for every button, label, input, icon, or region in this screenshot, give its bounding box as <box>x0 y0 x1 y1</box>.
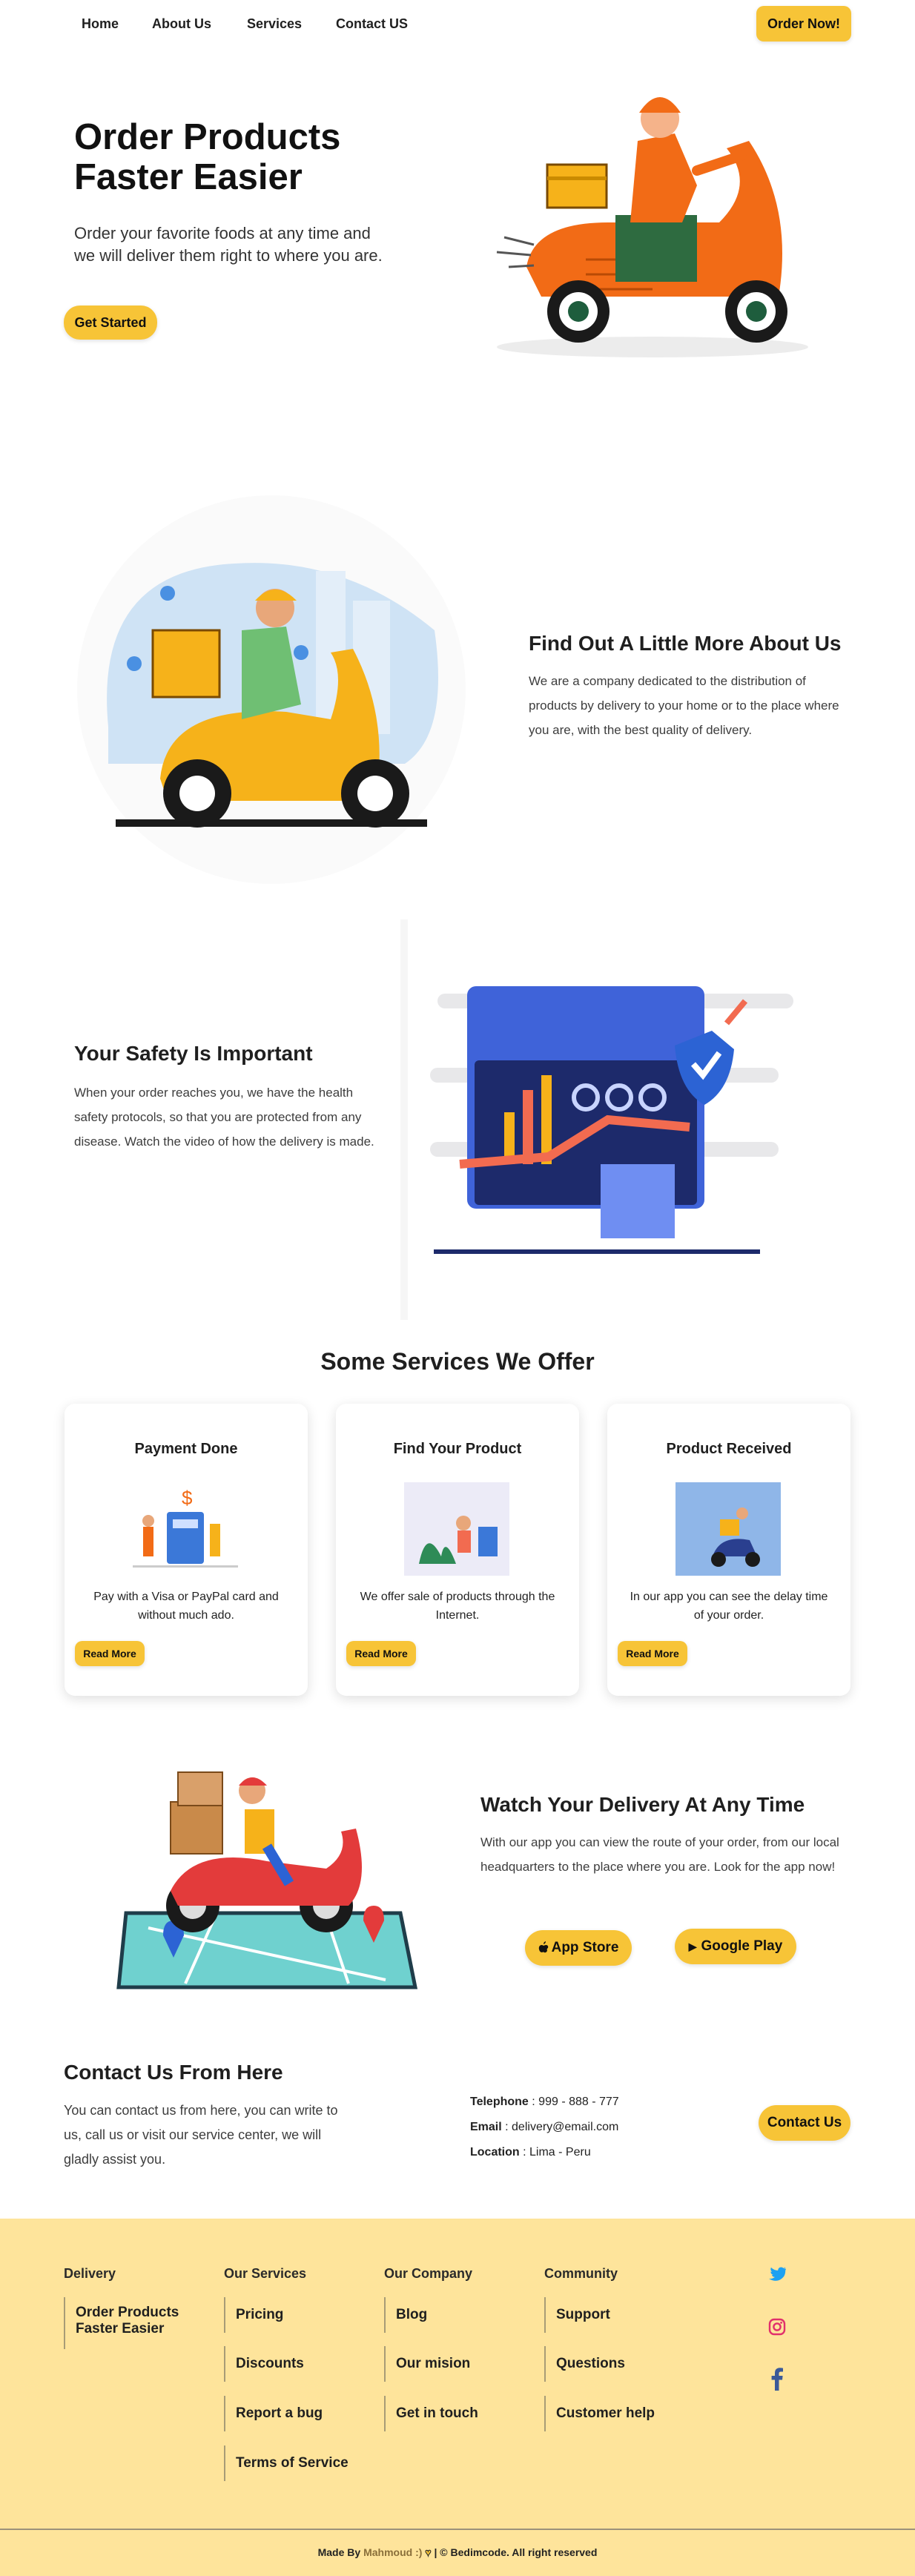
instagram-icon[interactable] <box>768 2318 786 2336</box>
footer-heading: Our Company <box>384 2266 473 2281</box>
app-title: Watch Your Delivery At Any Time <box>480 1793 805 1816</box>
app-text: With our app you can view the route of y… <box>480 1835 839 1874</box>
footer-divider <box>0 2529 915 2530</box>
order-now-button[interactable]: Order Now! <box>756 6 851 42</box>
footer-col-company: Our Company Blog Our mision Get in touch <box>384 2266 478 2431</box>
footer-link[interactable]: Order Products Faster Easier <box>64 2297 190 2349</box>
svg-text:$: $ <box>182 1487 193 1509</box>
contact-details: Telephone : 999 - 888 - 777 Email : deli… <box>470 2090 619 2165</box>
services-title: Some Services We Offer <box>320 1348 595 1375</box>
google-play-button[interactable]: ▶ Google Play <box>675 1929 796 1964</box>
app-store-label: App Store <box>551 1940 619 1955</box>
footer-col-community: Community Support Questions Customer hel… <box>544 2266 655 2431</box>
footer-copyright: Made By Mahmoud :) ♥ | © Bedimcode. All … <box>317 2546 598 2559</box>
find-product-illustration <box>404 1482 509 1576</box>
hero-text: Order your favorite foods at any time an… <box>74 224 383 265</box>
service-card-text: In our app you can see the delay time of… <box>630 1591 828 1622</box>
read-more-button[interactable]: Read More <box>346 1641 416 1666</box>
facebook-icon[interactable] <box>771 2367 783 2391</box>
about-title: Find Out A Little More About Us <box>529 632 842 655</box>
footer: Delivery Order Products Faster Easier Ou… <box>0 2219 915 2576</box>
footer-col-delivery: Delivery Order Products Faster Easier <box>64 2266 179 2349</box>
read-more-button[interactable]: Read More <box>75 1641 145 1666</box>
footer-heading: Delivery <box>64 2266 116 2281</box>
nav-link-contact[interactable]: Contact US <box>336 16 408 32</box>
service-card-find: Find Your Product We offer sale of produ… <box>336 1404 579 1696</box>
hero-title-line2: Faster Easier <box>74 157 303 197</box>
safety-illustration <box>400 919 793 1320</box>
heart-icon: ♥ <box>425 2546 432 2559</box>
footer-link[interactable]: Customer help <box>544 2396 678 2431</box>
footer-link[interactable]: Our mision <box>384 2346 518 2382</box>
contact-telephone: Telephone : 999 - 888 - 777 <box>470 2096 619 2108</box>
app-store-button[interactable]: App Store <box>525 1930 632 1966</box>
contact-location: Location : Lima - Peru <box>470 2146 591 2159</box>
about-delivery-illustration <box>77 495 466 884</box>
about-text: We are a company dedicated to the distri… <box>529 674 839 737</box>
service-card-title: Payment Done <box>134 1441 238 1457</box>
nav-link-home[interactable]: Home <box>82 16 119 32</box>
get-started-button[interactable]: Get Started <box>64 306 157 340</box>
google-play-label: Google Play <box>701 1938 783 1954</box>
footer-link[interactable]: Get in touch <box>384 2396 518 2431</box>
safety-title: Your Safety Is Important <box>74 1042 313 1065</box>
service-card-received: Product Received In our app you can see … <box>607 1404 850 1696</box>
service-card-title: Product Received <box>666 1441 792 1457</box>
twitter-icon[interactable] <box>768 2266 786 2282</box>
nav-link-about[interactable]: About Us <box>152 16 211 32</box>
author-link[interactable]: Mahmoud :) <box>363 2546 422 2558</box>
footer-link[interactable]: Discounts <box>224 2346 357 2382</box>
nav-link-services[interactable]: Services <box>247 16 302 32</box>
service-card-title: Find Your Product <box>393 1441 522 1457</box>
contact-text: You can contact us from here, you can wr… <box>64 2103 338 2167</box>
read-more-button[interactable]: Read More <box>618 1641 687 1666</box>
contact-us-button[interactable]: Contact Us <box>759 2105 850 2141</box>
footer-link[interactable]: Questions <box>544 2346 678 2382</box>
hero-title-line1: Order Products <box>74 117 341 157</box>
footer-link[interactable]: Report a bug <box>224 2396 357 2431</box>
service-card-payment: Payment Done $ Pay with a Visa or PayPal… <box>65 1404 308 1696</box>
contact-title: Contact Us From Here <box>64 2061 283 2084</box>
play-icon: ▶ <box>688 1941 697 1952</box>
app-delivery-illustration <box>116 1771 418 1989</box>
safety-text: When your order reaches you, we have the… <box>74 1086 374 1149</box>
footer-col-services: Our Services Pricing Discounts Report a … <box>224 2266 349 2481</box>
service-card-text: Pay with a Visa or PayPal card and witho… <box>93 1591 279 1622</box>
footer-link[interactable]: Blog <box>384 2297 518 2333</box>
footer-heading: Community <box>544 2266 618 2281</box>
product-received-illustration <box>675 1482 781 1576</box>
footer-heading: Our Services <box>224 2266 307 2281</box>
hero-title: Order Products Faster Easier <box>74 117 340 197</box>
apple-icon <box>538 1941 548 1953</box>
footer-link[interactable]: Pricing <box>224 2297 357 2333</box>
contact-email: Email : delivery@email.com <box>470 2121 619 2133</box>
footer-link[interactable]: Support <box>544 2297 678 2333</box>
payment-illustration: $ <box>133 1487 238 1568</box>
footer-link[interactable]: Terms of Service <box>224 2445 357 2481</box>
hero-scooter-illustration <box>496 97 808 357</box>
service-card-text: We offer sale of products through the In… <box>360 1591 555 1622</box>
